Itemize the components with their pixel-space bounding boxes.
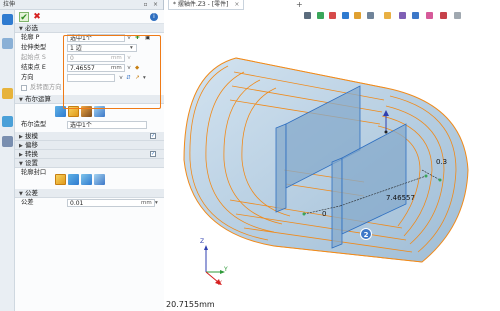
- property-panel: ✔ ✖ i ▼ 必选 轮廓 P 选中1个 ⋎ ✚ ▣ 拉伸类型 1 边 ▾ 起始点…: [15, 10, 178, 311]
- dock-title: 拉伸: [3, 1, 16, 8]
- tolerance-unit: mm: [141, 200, 152, 206]
- reverse-label: 反转面方向: [30, 84, 62, 91]
- end-label: 结束点 E: [21, 64, 46, 71]
- tab-assembly-icon[interactable]: [2, 38, 13, 49]
- section-twist[interactable]: ▶ 转换 ✓: [15, 150, 164, 159]
- seal-end-icon[interactable]: [81, 174, 92, 185]
- tab-history-icon[interactable]: [2, 88, 13, 99]
- reverse-checkbox[interactable]: [21, 85, 27, 91]
- tab-layers-icon[interactable]: [2, 136, 13, 147]
- axis-x-label: X: [218, 280, 223, 287]
- highlight-box: [63, 35, 161, 109]
- direction-label: 方向: [21, 74, 34, 81]
- seal-both-icon[interactable]: [94, 174, 105, 185]
- close-icon[interactable]: ×: [152, 1, 159, 8]
- viewport[interactable]: * 摆轴件.Z3 - [零件] × + 0.3 7.46557 0 2 Z Y …: [164, 0, 500, 311]
- status-readout: 20.7155mm: [166, 300, 215, 309]
- model-canvas: [183, 57, 469, 285]
- contour-seal-label: 轮廓封口: [21, 169, 47, 176]
- axis-triad: [204, 245, 225, 285]
- axis-z-label: Z: [200, 238, 205, 245]
- contour-seal-row: 轮廓封口: [15, 168, 164, 187]
- seal-start-icon[interactable]: [68, 174, 79, 185]
- cancel-button[interactable]: ✖: [32, 12, 42, 22]
- tolerance-row: 公差 0.01 mm ▾: [15, 198, 164, 208]
- section-offset[interactable]: ▶ 偏移: [15, 141, 164, 150]
- start-label: 起始点 S: [21, 54, 46, 61]
- seal-none-icon[interactable]: [55, 174, 66, 185]
- callout-2: 2: [360, 228, 372, 240]
- section-settings[interactable]: ▼ 设置: [15, 159, 164, 168]
- dock-title-bar: 拉伸 ▫ ×: [0, 0, 163, 10]
- boolean-shape-label: 布尔造型: [21, 121, 47, 128]
- draft-checkbox[interactable]: ✓: [150, 133, 156, 139]
- dimension-0[interactable]: 0: [322, 210, 326, 218]
- vertical-tabs: [0, 10, 15, 311]
- part-body[interactable]: [183, 57, 469, 263]
- tolerance-label: 公差: [21, 199, 34, 206]
- axis-y-label: Y: [224, 266, 228, 273]
- boolean-shape-row: 布尔造型 选中1个: [15, 120, 164, 130]
- tolerance-menu-icon[interactable]: ▾: [155, 198, 158, 208]
- dimension-0.3[interactable]: 0.3: [436, 158, 447, 166]
- help-icon[interactable]: i: [150, 13, 158, 21]
- ok-button[interactable]: ✔: [19, 12, 29, 23]
- pin-icon[interactable]: ▫: [142, 1, 149, 8]
- tab-feature-icon[interactable]: [2, 14, 13, 25]
- feature-dock: 拉伸 ▫ × ✔ ✖ i ▼ 必选 轮廓 P 选中1个 ⋎ ✚ ▣ 拉伸类型 1 …: [0, 0, 178, 311]
- section-draft[interactable]: ▶ 拔模 ✓: [15, 132, 164, 141]
- contour-label: 轮廓 P: [21, 34, 40, 41]
- section-required[interactable]: ▼ 必选: [15, 24, 164, 33]
- tab-view-icon[interactable]: [2, 116, 13, 127]
- dimension-7.46557[interactable]: 7.46557: [386, 194, 415, 202]
- twist-checkbox[interactable]: ✓: [150, 151, 156, 157]
- section-tolerance[interactable]: ▼ 公差: [15, 189, 164, 198]
- boolean-shape-field[interactable]: 选中1个: [67, 121, 147, 129]
- command-row: ✔ ✖ i: [15, 10, 164, 24]
- extrude-type-label: 拉伸类型: [21, 44, 47, 51]
